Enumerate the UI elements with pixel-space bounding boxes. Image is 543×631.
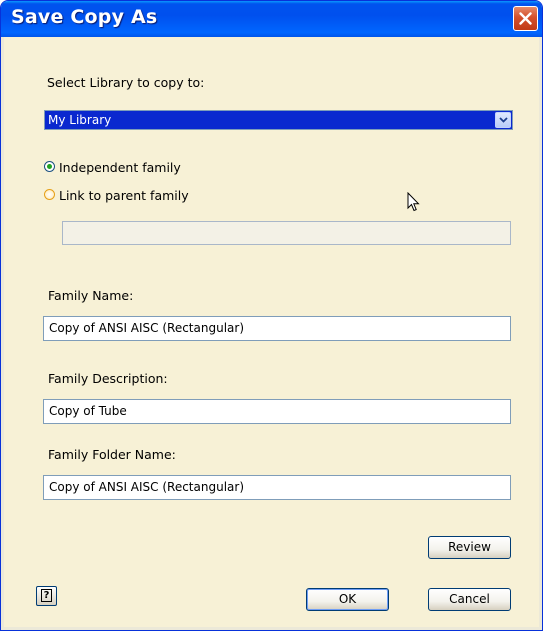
mouse-pointer-icon xyxy=(407,192,420,212)
family-folder-name-label: Family Folder Name: xyxy=(48,447,176,462)
chevron-down-icon xyxy=(499,117,508,123)
link-parent-family-radio[interactable] xyxy=(44,189,55,200)
dialog-body: Select Library to copy to: My Library In… xyxy=(4,37,539,627)
ok-button[interactable]: OK xyxy=(306,588,389,611)
help-button[interactable]: ? xyxy=(36,586,57,606)
dropdown-button[interactable] xyxy=(495,112,511,128)
cancel-button[interactable]: Cancel xyxy=(428,588,511,611)
independent-family-label: Independent family xyxy=(59,160,181,175)
family-folder-name-field[interactable]: Copy of ANSI AISC (Rectangular) xyxy=(43,475,511,500)
link-parent-family-label: Link to parent family xyxy=(59,188,189,203)
help-icon: ? xyxy=(41,589,52,602)
independent-family-radio[interactable] xyxy=(44,161,55,172)
dialog-title: Save Copy As xyxy=(11,6,158,28)
library-label: Select Library to copy to: xyxy=(47,75,205,90)
radio-selected-dot xyxy=(47,164,52,169)
review-button[interactable]: Review xyxy=(428,536,511,559)
save-copy-as-dialog: Save Copy As Select Library to copy to: … xyxy=(0,0,543,631)
family-description-field[interactable]: Copy of Tube xyxy=(43,399,511,424)
library-select[interactable]: My Library xyxy=(44,110,513,130)
close-icon xyxy=(519,12,532,25)
library-select-value: My Library xyxy=(48,113,112,127)
family-description-label: Family Description: xyxy=(48,371,168,386)
title-bar[interactable]: Save Copy As xyxy=(1,1,542,37)
close-button[interactable] xyxy=(513,6,538,31)
parent-family-field xyxy=(62,221,511,245)
family-name-label: Family Name: xyxy=(48,288,134,303)
family-name-field[interactable]: Copy of ANSI AISC (Rectangular) xyxy=(43,316,511,341)
